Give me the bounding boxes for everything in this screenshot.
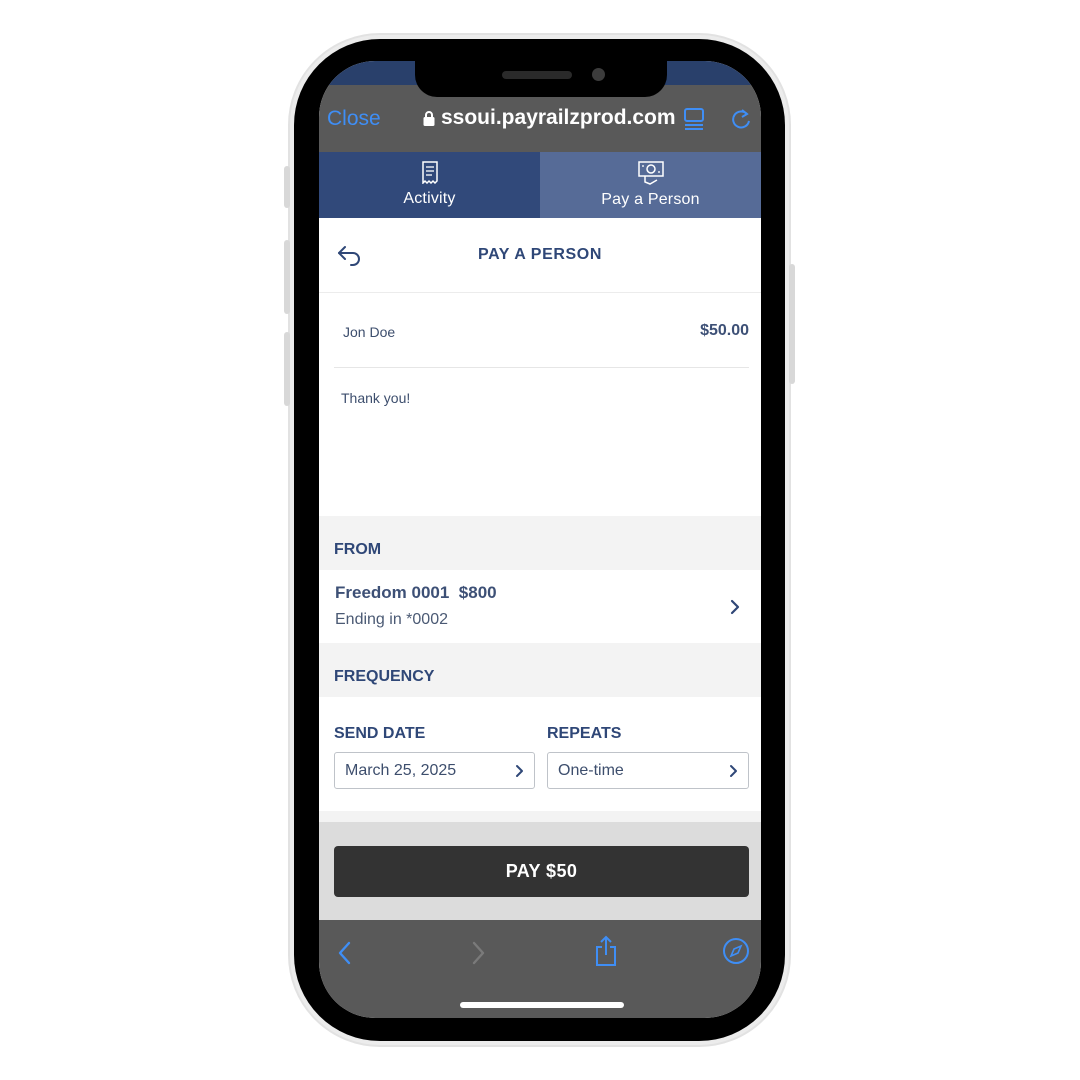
address-bar[interactable]: ssoui.payrailzprod.com xyxy=(423,106,676,130)
chevron-right-icon xyxy=(730,765,737,777)
tab-bar: Activity Pay a Person xyxy=(319,152,761,218)
spacer xyxy=(319,811,761,822)
compass-icon[interactable] xyxy=(722,937,750,965)
frequency-fields: SEND DATE March 25, 2025 REPEATS One-tim… xyxy=(319,697,761,811)
reader-view-icon[interactable] xyxy=(683,107,705,131)
lock-icon xyxy=(423,111,435,126)
frequency-section-header: FREQUENCY xyxy=(319,643,761,697)
close-button[interactable]: Close xyxy=(327,107,381,131)
account-name: Freedom 0001 $800 xyxy=(335,583,497,602)
silent-switch xyxy=(284,166,290,208)
repeats-value: One-time xyxy=(558,762,624,779)
from-section-header: FROM xyxy=(319,516,761,570)
from-account-selector[interactable]: Freedom 0001 $800 Ending in *0002 xyxy=(319,570,761,643)
repeats-field[interactable]: One-time xyxy=(547,752,749,789)
speaker xyxy=(502,71,572,79)
send-date-label: SEND DATE xyxy=(334,725,426,742)
money-icon xyxy=(637,161,664,185)
reload-icon[interactable] xyxy=(730,107,752,131)
send-date-field[interactable]: March 25, 2025 xyxy=(334,752,535,789)
payment-amount: $50.00 xyxy=(700,322,749,339)
repeats-label: REPEATS xyxy=(547,725,622,742)
phone-screen: Close ssoui.payrailzprod.com Activity Pa… xyxy=(319,61,761,1018)
payee-row: Jon Doe $50.00 xyxy=(319,294,761,368)
power-button xyxy=(789,264,795,384)
front-camera xyxy=(592,68,605,81)
pay-button[interactable]: PAY $50 xyxy=(334,846,749,897)
chevron-right-icon xyxy=(516,765,523,777)
tab-pay-a-person-label: Pay a Person xyxy=(601,191,700,208)
chevron-right-icon xyxy=(730,599,740,615)
volume-down-button xyxy=(284,332,290,406)
divider xyxy=(334,367,749,368)
volume-up-button xyxy=(284,240,290,314)
memo-text: Thank you! xyxy=(341,390,411,406)
home-indicator xyxy=(460,1002,624,1008)
share-icon[interactable] xyxy=(594,935,618,967)
page-title: PAY A PERSON xyxy=(478,246,602,263)
page-header: PAY A PERSON xyxy=(319,218,761,293)
pay-button-area: PAY $50 xyxy=(319,822,761,920)
frequency-section-title: FREQUENCY xyxy=(334,668,435,685)
url-text: ssoui.payrailzprod.com xyxy=(441,106,676,129)
send-date-value: March 25, 2025 xyxy=(345,762,457,779)
tab-activity-label: Activity xyxy=(403,190,456,207)
forward-icon[interactable] xyxy=(470,940,486,966)
payee-name: Jon Doe xyxy=(343,324,396,340)
from-section-title: FROM xyxy=(334,541,382,558)
account-ending: Ending in *0002 xyxy=(335,611,448,628)
tab-pay-a-person[interactable]: Pay a Person xyxy=(540,152,761,218)
tab-activity[interactable]: Activity xyxy=(319,152,540,218)
receipt-icon xyxy=(421,161,438,184)
back-icon[interactable] xyxy=(337,940,353,966)
